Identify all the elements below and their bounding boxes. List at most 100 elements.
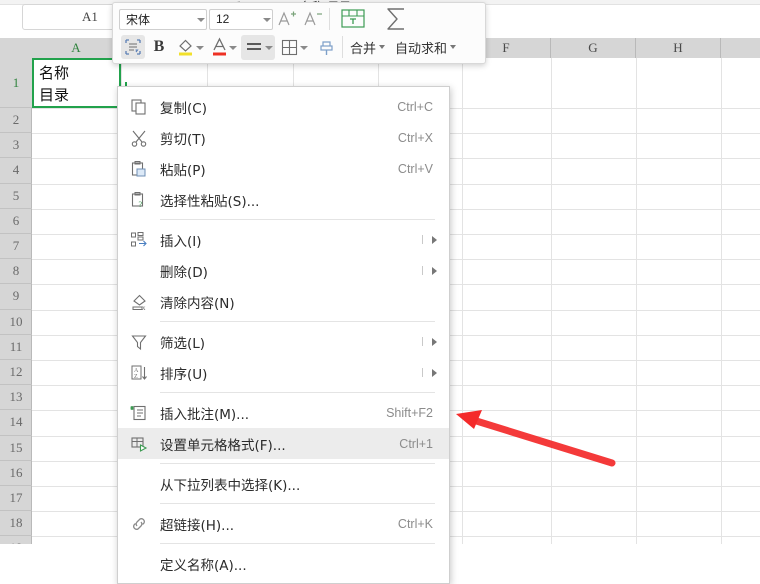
submenu-chevron-right-icon [432,337,437,346]
active-cell-A1[interactable]: 名称 目录 [32,58,121,108]
chevron-down-icon[interactable] [263,16,271,23]
fill-color-button[interactable] [173,35,206,59]
context-menu-item[interactable]: A Z 排序(U) [118,357,449,388]
autosum-label-button[interactable]: 自动求和 [392,35,459,59]
column-header-H[interactable]: H [636,38,721,58]
wrap-text-button[interactable] [121,35,145,59]
font-name-value: 宋体 [126,12,151,27]
column-header-A[interactable]: A [32,38,121,58]
row-header-5[interactable]: 5 [0,184,32,209]
context-menu-item[interactable]: 粘贴(P) Ctrl+V [118,153,449,184]
context-menu-item[interactable]: 定义名称(A)... [118,548,449,579]
name-box-value: A1 [82,9,98,24]
row-header-12[interactable]: 12 [0,360,32,386]
context-menu-item[interactable]: 设置单元格格式(F)... Ctrl+1 [118,428,449,459]
context-menu-item[interactable]: 剪切(T) Ctrl+X [118,122,449,153]
cell-context-menu[interactable]: 复制(C) Ctrl+C 剪切(T) Ctrl+X 粘贴(P) Ctrl+V? 选择性粘贴(… [117,86,450,584]
context-menu-item-label: 删除(D) [160,264,208,281]
context-menu-item-label: 排序(U) [160,366,208,383]
context-menu-item[interactable]: 删除(D) [118,255,449,286]
row-header-3[interactable]: 3 [0,133,32,159]
column-header-I[interactable] [721,38,760,58]
column-header-G[interactable]: G [551,38,636,58]
filter-funnel-icon [118,326,160,357]
bold-label: B [153,38,165,55]
font-color-button[interactable] [208,35,239,59]
align-button[interactable] [241,34,275,60]
row-header-column: 12345678910111213141516171819 [0,58,32,544]
merge-label-button[interactable]: 合并 [347,35,388,59]
context-menu-item[interactable]: 从下拉列表中选择(K)... [118,468,449,499]
autosum-sigma-icon [387,8,404,30]
context-menu-item[interactable]: 筛选(L) [118,326,449,357]
font-size-combo[interactable]: 12 [209,8,273,30]
no-icon [118,548,160,579]
font-name-combo[interactable]: 宋体 [119,8,207,30]
context-menu-item-shortcut: Ctrl+C [397,99,433,114]
row-header-7[interactable]: 7 [0,234,32,260]
font-size-value: 12 [216,12,230,26]
row-header-18[interactable]: 18 [0,511,32,537]
row-header-14[interactable]: 14 [0,410,32,436]
floating-mini-toolbar[interactable]: 宋体 12 B 合并 自动求和 [112,2,486,64]
chevron-down-icon[interactable] [450,45,457,49]
no-icon [118,255,160,286]
context-menu-item-label: 超链接(H)... [160,517,235,534]
context-menu-separator [160,321,435,322]
borders-button[interactable] [277,35,310,59]
autosum-button[interactable] [372,4,422,34]
row-header-13[interactable]: 13 [0,385,32,411]
insert-cells-icon [118,224,160,255]
merge-cells-icon [341,9,365,28]
chevron-down-icon[interactable] [379,45,386,49]
row-header-11[interactable]: 11 [0,335,32,360]
chevron-down-icon[interactable] [229,44,237,51]
wrap-text-icon [125,39,141,55]
row-header-9[interactable]: 9 [0,284,32,310]
mini-toolbar-row-1: 宋体 12 [113,6,422,32]
merge-cells-button[interactable] [336,4,370,34]
row-header-19[interactable]: 19 [0,536,32,544]
row-header-16[interactable]: 16 [0,461,32,486]
format-cells-icon [118,428,160,459]
cut-scissors-icon [118,122,160,153]
toolbar-divider [329,8,330,30]
context-menu-item-label: 从下拉列表中选择(K)... [160,477,301,494]
row-header-2[interactable]: 2 [0,108,32,134]
toolbar-divider [342,36,343,58]
format-painter-icon [319,41,333,55]
format-painter-button[interactable] [314,35,338,59]
context-menu-item[interactable]: x 清除内容(N) [118,286,449,317]
sort-az-icon: AZ [118,357,160,388]
row-header-10[interactable]: 10 [0,310,32,335]
row-header-17[interactable]: 17 [0,486,32,512]
row-header-6[interactable]: 6 [0,209,32,234]
increase-font-size-button[interactable] [275,7,299,31]
context-menu-item[interactable]: ? 选择性粘贴(S)... [118,184,449,215]
context-menu-item-shortcut: Ctrl+1 [399,436,433,451]
context-menu-item[interactable]: 复制(C) Ctrl+C [118,91,449,122]
decrease-font-size-button[interactable] [301,7,325,31]
context-menu-item[interactable]: 超链接(H)... Ctrl+K [118,508,449,539]
align-icon [247,43,261,50]
grid-vline [462,58,463,544]
row-header-15[interactable]: 15 [0,436,32,461]
chevron-down-icon[interactable] [197,16,205,23]
chevron-down-icon[interactable] [300,44,308,51]
chevron-down-icon[interactable] [196,44,204,51]
context-menu-item[interactable]: 插入批注(M)... Shift+F2 [118,397,449,428]
row-header-1[interactable]: 1 [0,58,32,108]
context-menu-item-label: 复制(C) [160,100,207,117]
context-menu-item-label: 定义名称(A)... [160,557,247,574]
chevron-down-icon[interactable] [265,44,273,51]
submenu-divider [422,235,423,244]
context-menu-item[interactable]: 插入(I) [118,224,449,255]
paste-icon [118,153,160,184]
bold-button[interactable]: B [147,35,171,59]
row-header-4[interactable]: 4 [0,158,32,184]
grid-vline [551,58,552,544]
context-menu-separator [160,392,435,393]
font-color-icon [213,37,226,56]
row-header-8[interactable]: 8 [0,259,32,285]
svg-text:Z: Z [134,374,138,380]
